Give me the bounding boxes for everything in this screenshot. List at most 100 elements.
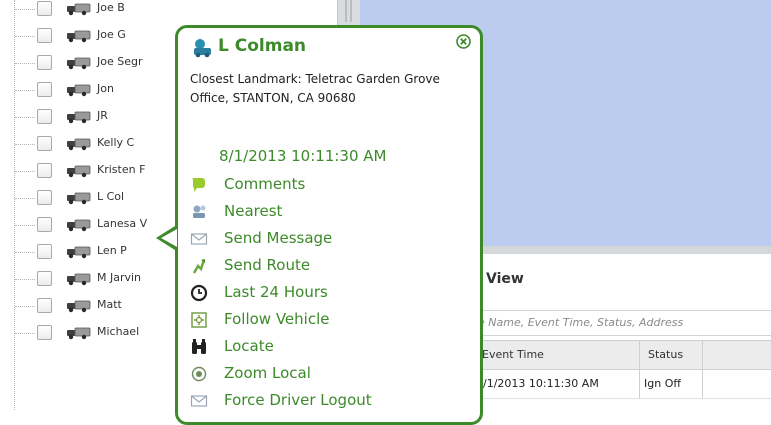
cell-status: Ign Off xyxy=(644,377,681,390)
vehicle-checkbox[interactable] xyxy=(37,136,52,151)
truck-icon xyxy=(67,273,91,286)
events-table-header: Event Time Status xyxy=(470,340,771,370)
comments-icon xyxy=(192,178,205,192)
menu-locate-label: Locate xyxy=(224,337,274,355)
column-header-status[interactable]: Status xyxy=(648,348,683,361)
menu-comments-label: Comments xyxy=(224,175,306,193)
tree-branch-line xyxy=(15,198,35,199)
vehicle-name: JR xyxy=(97,109,108,122)
truck-icon xyxy=(67,165,91,178)
vehicle-checkbox[interactable] xyxy=(37,298,52,313)
vehicle-checkbox[interactable] xyxy=(37,271,52,286)
menu-follow-vehicle[interactable]: Follow Vehicle xyxy=(186,307,466,333)
menu-nearest-label: Nearest xyxy=(224,202,283,220)
truck-icon xyxy=(67,219,91,232)
tree-branch-line xyxy=(15,9,35,10)
menu-send-message-label: Send Message xyxy=(224,229,333,247)
table-row[interactable]: n 8/1/2013 10:11:30 AM Ign Off xyxy=(464,368,771,399)
vehicle-checkbox[interactable] xyxy=(37,244,52,259)
close-icon[interactable] xyxy=(456,34,471,49)
vehicle-name: Jon xyxy=(97,82,114,95)
vehicle-person-icon xyxy=(194,39,211,58)
menu-comments[interactable]: Comments xyxy=(186,172,466,198)
tree-branch-line xyxy=(15,306,35,307)
vehicle-name: Matt xyxy=(97,298,122,311)
truck-icon xyxy=(67,57,91,70)
menu-nearest[interactable]: Nearest xyxy=(186,199,466,225)
vehicle-checkbox[interactable] xyxy=(37,163,52,178)
truck-icon xyxy=(67,327,91,340)
menu-locate[interactable]: Locate xyxy=(186,334,466,360)
vehicle-checkbox[interactable] xyxy=(37,190,52,205)
tree-branch-line xyxy=(15,252,35,253)
truck-icon xyxy=(67,111,91,124)
vehicle-checkbox[interactable] xyxy=(37,82,52,97)
menu-zoom-local[interactable]: Zoom Local xyxy=(186,361,466,387)
logout-envelope-icon xyxy=(190,395,208,407)
vehicle-checkbox[interactable] xyxy=(37,1,52,16)
truck-icon xyxy=(67,30,91,43)
tree-branch-line xyxy=(15,63,35,64)
menu-last-24-hours[interactable]: Last 24 Hours xyxy=(186,280,466,306)
menu-send-route-label: Send Route xyxy=(224,256,311,274)
vehicle-checkbox[interactable] xyxy=(37,217,52,232)
nearest-icon xyxy=(193,205,206,218)
menu-zoom-local-label: Zoom Local xyxy=(224,364,311,382)
truck-icon xyxy=(67,84,91,97)
route-icon xyxy=(192,259,206,274)
tree-branch-line xyxy=(15,144,35,145)
vehicle-checkbox[interactable] xyxy=(37,109,52,124)
truck-icon xyxy=(67,138,91,151)
truck-icon xyxy=(67,300,91,313)
menu-last-24-hours-label: Last 24 Hours xyxy=(224,283,328,301)
clock-icon xyxy=(190,284,208,302)
truck-icon xyxy=(67,246,91,259)
truck-icon xyxy=(67,3,91,16)
vehicle-name: Len P xyxy=(97,244,127,257)
vehicle-row[interactable]: Joe B xyxy=(0,0,340,23)
vehicle-name: Kelly C xyxy=(97,136,135,149)
menu-force-driver-logout-label: Force Driver Logout xyxy=(224,391,372,409)
tree-branch-line xyxy=(15,279,35,280)
binoculars-icon xyxy=(192,339,206,354)
event-timestamp: 8/1/2013 10:11:30 AM xyxy=(219,147,387,165)
closest-landmark: Closest Landmark: Teletrac Garden Grove … xyxy=(190,72,440,105)
column-divider xyxy=(702,341,703,369)
truck-icon xyxy=(67,192,91,205)
column-divider xyxy=(639,368,640,398)
menu-follow-vehicle-label: Follow Vehicle xyxy=(224,310,330,328)
envelope-icon xyxy=(190,233,208,245)
tree-branch-line xyxy=(15,90,35,91)
column-divider xyxy=(702,368,703,398)
menu-force-driver-logout[interactable]: Force Driver Logout xyxy=(186,388,466,414)
zoom-icon xyxy=(191,366,207,382)
vehicle-checkbox[interactable] xyxy=(37,325,52,340)
tree-branch-line xyxy=(15,171,35,172)
menu-send-message[interactable]: Send Message xyxy=(186,226,466,252)
cell-event-time: 8/1/2013 10:11:30 AM xyxy=(476,377,599,390)
events-panel-title: View xyxy=(486,271,524,287)
popup-title: L Colman xyxy=(218,36,307,56)
vehicle-name: L Col xyxy=(97,190,125,203)
vehicle-name: Joe Segr xyxy=(97,55,143,68)
vehicle-name: Michael xyxy=(97,325,140,338)
events-filter-input[interactable]: e Name, Event Time, Status, Address xyxy=(470,310,771,336)
vehicle-popup: L Colman Closest Landmark: Teletrac Gard… xyxy=(175,25,483,425)
column-header-event-time[interactable]: Event Time xyxy=(482,348,544,361)
tree-branch-line xyxy=(15,333,35,334)
follow-icon xyxy=(191,312,207,328)
splitter-grip xyxy=(350,0,352,22)
tree-branch-line xyxy=(15,117,35,118)
vehicle-name: Joe B xyxy=(97,1,125,14)
column-divider xyxy=(639,341,640,369)
events-filter-placeholder: e Name, Event Time, Status, Address xyxy=(478,316,684,329)
splitter-grip xyxy=(345,0,347,22)
vehicle-name: Kristen F xyxy=(97,163,146,176)
vehicle-checkbox[interactable] xyxy=(37,28,52,43)
vehicle-name: Joe G xyxy=(97,28,126,41)
vehicle-name: M Jarvin xyxy=(97,271,142,284)
menu-send-route[interactable]: Send Route xyxy=(186,253,466,279)
tree-branch-line xyxy=(15,225,35,226)
vehicle-checkbox[interactable] xyxy=(37,55,52,70)
vehicle-name: Lanesa V xyxy=(97,217,148,230)
